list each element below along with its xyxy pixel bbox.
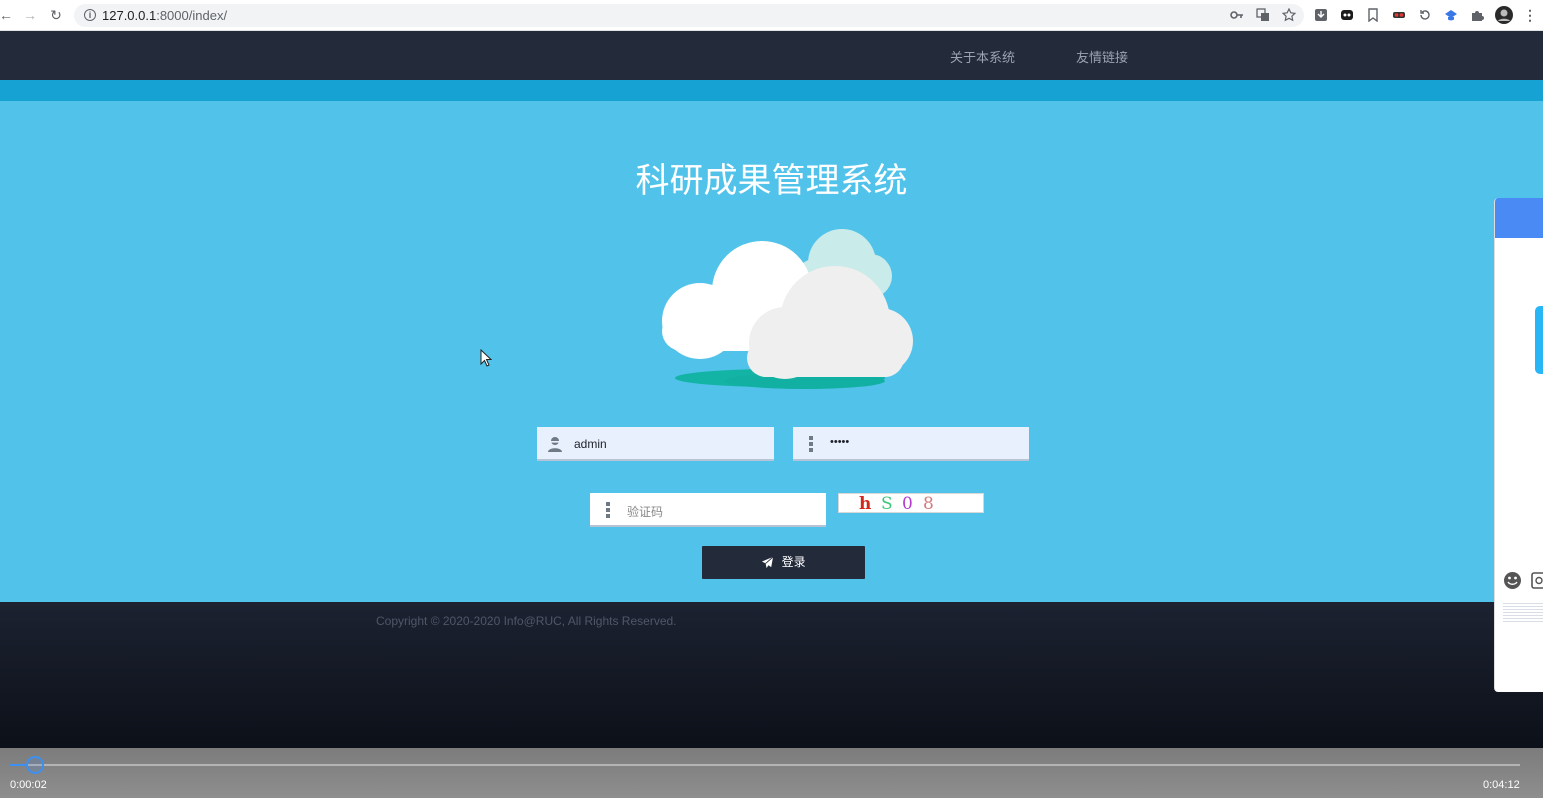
reload-button[interactable]: ↻ bbox=[48, 7, 64, 23]
side-chat-panel[interactable] bbox=[1494, 198, 1543, 692]
captcha-char: 0 bbox=[902, 494, 913, 514]
translate-icon[interactable] bbox=[1256, 8, 1270, 22]
url-text[interactable]: 127.0.0.1:8000/index/ bbox=[102, 8, 227, 23]
nav-link-about[interactable]: 关于本系统 bbox=[950, 47, 1015, 66]
graduation-cap-icon[interactable] bbox=[1444, 8, 1458, 22]
avatar[interactable] bbox=[1495, 6, 1513, 24]
login-hero: 科研成果管理系统 admin ••••• 验证码 h S 0 8 登录 bbox=[0, 101, 1543, 602]
info-icon[interactable]: i bbox=[84, 9, 96, 21]
nav-link-friend-links[interactable]: 友情链接 bbox=[1076, 47, 1128, 66]
browser-menu-button[interactable]: ⋮ bbox=[1522, 7, 1538, 23]
copyright-text: Copyright © 2020-2020 Info@RUC, All Righ… bbox=[376, 614, 677, 628]
bookmark-icon[interactable] bbox=[1366, 8, 1380, 22]
attachment-icon[interactable] bbox=[1531, 572, 1543, 589]
user-icon bbox=[548, 437, 562, 452]
browser-toolbar: ← → ↻ i 127.0.0.1:8000/index/ ⋮ bbox=[0, 0, 1543, 31]
password-field[interactable]: ••••• bbox=[793, 427, 1029, 461]
extension-icon[interactable] bbox=[1340, 8, 1354, 22]
glasses-icon[interactable] bbox=[1392, 8, 1406, 22]
page-title: 科研成果管理系统 bbox=[635, 162, 908, 200]
captcha-char: 8 bbox=[923, 494, 934, 514]
captcha-char: h bbox=[859, 494, 872, 514]
page-footer: Copyright © 2020-2020 Info@RUC, All Righ… bbox=[0, 602, 1543, 748]
key-icon[interactable] bbox=[1230, 8, 1244, 22]
side-panel-header bbox=[1495, 198, 1543, 238]
captcha-input[interactable]: 验证码 bbox=[590, 493, 826, 527]
url-host: 127.0.0.1 bbox=[102, 8, 157, 23]
history-icon[interactable] bbox=[1418, 8, 1432, 22]
address-bar[interactable]: i 127.0.0.1:8000/index/ bbox=[74, 4, 1304, 27]
captcha-char: S bbox=[881, 494, 893, 514]
username-value: admin bbox=[574, 437, 607, 451]
puzzle-icon[interactable] bbox=[1470, 8, 1484, 22]
password-value: ••••• bbox=[830, 436, 850, 448]
captcha-placeholder: 验证码 bbox=[627, 505, 664, 519]
video-player-controls: 0:00:02 0:04:12 bbox=[0, 748, 1543, 798]
key-icon bbox=[606, 502, 610, 518]
paper-plane-icon bbox=[762, 556, 774, 569]
total-duration: 0:04:12 bbox=[1483, 779, 1520, 791]
side-panel-tab[interactable] bbox=[1535, 306, 1543, 374]
star-icon[interactable] bbox=[1282, 8, 1296, 22]
captcha-image[interactable]: h S 0 8 bbox=[838, 493, 984, 514]
login-button-label: 登录 bbox=[781, 555, 806, 569]
emoji-icon[interactable] bbox=[1503, 571, 1522, 590]
mouse-cursor-icon bbox=[480, 349, 492, 367]
forward-button[interactable]: → bbox=[22, 7, 38, 23]
url-path: :8000/index/ bbox=[156, 8, 228, 23]
cloud-illustration bbox=[662, 229, 913, 389]
site-header: 关于本系统 友情链接 bbox=[0, 31, 1543, 80]
login-button[interactable]: 登录 bbox=[702, 546, 865, 579]
side-panel-preview bbox=[1503, 601, 1543, 623]
seek-bar[interactable] bbox=[10, 764, 1520, 766]
seek-handle[interactable] bbox=[26, 756, 44, 774]
back-button[interactable]: ← bbox=[0, 7, 14, 23]
download-extension-icon[interactable] bbox=[1314, 8, 1328, 22]
lock-icon bbox=[809, 436, 813, 452]
username-field[interactable]: admin bbox=[537, 427, 774, 461]
accent-stripe bbox=[0, 80, 1543, 101]
elapsed-time: 0:00:02 bbox=[10, 779, 47, 791]
